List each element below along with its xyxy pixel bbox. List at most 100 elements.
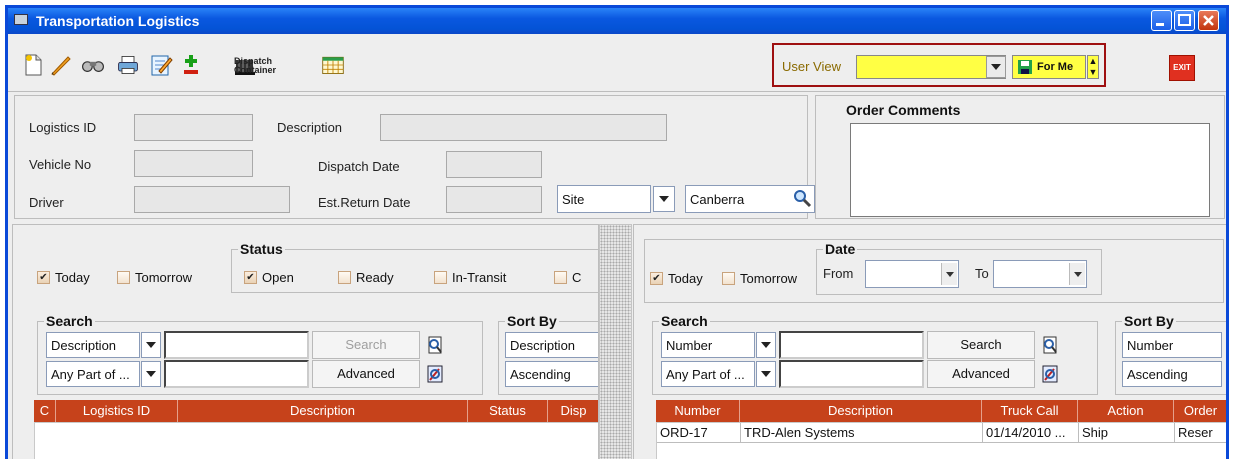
search-field-dropdown[interactable] [141, 332, 161, 358]
truck-call-cell: 01/14/2010 ... [983, 423, 1079, 443]
site-lookup-button[interactable] [792, 188, 812, 211]
search-find-button[interactable] [424, 334, 446, 356]
search-text-input-2[interactable] [164, 360, 309, 388]
advanced-search-icon [1042, 365, 1058, 383]
panel-splitter[interactable] [599, 224, 632, 459]
tomorrow-label: Tomorrow [135, 270, 193, 285]
user-view-dropdown[interactable] [986, 56, 1006, 78]
new-button[interactable] [20, 52, 46, 78]
advanced-button[interactable]: Advanced [312, 360, 420, 388]
search-mode-select[interactable]: Any Part of ... [661, 361, 755, 387]
status-ready-checkbox[interactable]: Ready [338, 270, 394, 285]
status-intransit-checkbox[interactable]: In-Transit [434, 270, 506, 285]
today-checkbox[interactable]: ✔ Today [650, 271, 703, 286]
search-mode-select[interactable]: Any Part of ... [46, 361, 140, 387]
est-return-date-field[interactable] [446, 186, 542, 213]
from-label: From [823, 266, 854, 281]
from-date-combo[interactable] [865, 260, 959, 288]
column-header[interactable]: C [34, 400, 56, 422]
logistics-table-body[interactable] [34, 422, 598, 459]
schedule-button[interactable] [320, 52, 350, 78]
print-icon [118, 56, 138, 74]
status-c-checkbox[interactable]: C [554, 270, 581, 285]
table-row[interactable]: ORD-17 TRD-Alen Systems 01/14/2010 ... S… [657, 423, 1226, 443]
add-remove-button[interactable] [178, 52, 204, 78]
advanced-button[interactable]: Advanced [927, 360, 1035, 388]
notes-button[interactable] [148, 52, 174, 78]
search-text-input[interactable] [164, 331, 309, 359]
today-checkbox[interactable]: ✔ Today [37, 270, 90, 285]
column-header[interactable]: Truck Call [982, 400, 1078, 422]
calendar-dropdown-icon[interactable] [941, 263, 957, 285]
checkmark-icon: ✔ [37, 271, 50, 284]
to-date-combo[interactable] [993, 260, 1087, 288]
user-view-select[interactable] [856, 55, 1006, 79]
dispatch-container-button[interactable]: Dispatch Container [234, 52, 316, 80]
vehicle-no-field[interactable] [134, 150, 253, 177]
description-label: Description [277, 120, 343, 135]
order-comments-textarea[interactable] [850, 123, 1210, 217]
search-group: Search Description Search Any Part of ..… [37, 313, 483, 395]
dispatch-container-label: Dispatch Container [234, 57, 276, 75]
description-field[interactable] [380, 114, 667, 141]
tomorrow-checkbox[interactable]: Tomorrow [722, 271, 797, 286]
search-field-select[interactable]: Description [46, 332, 140, 358]
column-header[interactable]: Disp [548, 400, 598, 422]
sort-field-select[interactable]: Number [1122, 332, 1222, 358]
orders-table-body: ORD-17 TRD-Alen Systems 01/14/2010 ... S… [656, 422, 1226, 459]
sort-by-title: Sort By [505, 313, 559, 329]
sort-field-select[interactable]: Description [505, 332, 598, 358]
column-header[interactable]: Action [1078, 400, 1174, 422]
orders-table-header: Number Description Truck Call Action Ord… [656, 400, 1226, 422]
column-header[interactable]: Description [178, 400, 468, 422]
est-return-date-label: Est.Return Date [318, 195, 411, 210]
search-field-select[interactable]: Number [661, 332, 755, 358]
exit-button[interactable]: EXIT [1169, 55, 1195, 81]
tomorrow-checkbox[interactable]: Tomorrow [117, 270, 192, 285]
user-view-label: User View [782, 59, 842, 74]
vehicle-no-label: Vehicle No [29, 157, 92, 172]
search-text-input[interactable] [779, 331, 924, 359]
for-me-menu-arrow[interactable]: ▲ ▼ [1087, 55, 1099, 79]
site-selector[interactable]: Site [557, 185, 651, 213]
maximize-button[interactable] [1174, 10, 1195, 31]
logistics-id-field[interactable] [134, 114, 253, 141]
column-header[interactable]: Status [468, 400, 548, 422]
calendar-dropdown-icon[interactable] [1069, 263, 1085, 285]
column-header[interactable]: Order [1174, 400, 1226, 422]
sort-by-group: Sort By Number Ascending [1115, 313, 1226, 395]
for-me-button[interactable]: For Me [1012, 55, 1086, 79]
print-button[interactable] [115, 52, 145, 78]
site-dropdown[interactable] [653, 186, 675, 212]
edit-button[interactable] [48, 52, 74, 78]
date-group: Date From To [816, 241, 1102, 295]
search-mode-dropdown[interactable] [141, 361, 161, 387]
find-doc-icon [428, 336, 442, 354]
driver-label: Driver [29, 195, 64, 210]
column-header[interactable]: Number [656, 400, 740, 422]
search-text-input-2[interactable] [779, 360, 924, 388]
driver-field[interactable] [134, 186, 290, 213]
advanced-find-button[interactable] [424, 363, 446, 385]
search-mode-dropdown[interactable] [756, 361, 776, 387]
dispatch-date-field[interactable] [446, 151, 542, 178]
search-button[interactable]: Search [927, 331, 1035, 359]
search-title: Search [44, 313, 95, 329]
search-field-dropdown[interactable] [756, 332, 776, 358]
column-header[interactable]: Logistics ID [56, 400, 178, 422]
search-button[interactable]: Search [312, 331, 420, 359]
minimize-button[interactable] [1151, 10, 1172, 31]
find-button[interactable] [80, 52, 112, 78]
today-label: Today [668, 271, 703, 286]
advanced-find-button[interactable] [1039, 363, 1061, 385]
title-bar[interactable]: Transportation Logistics [8, 8, 1226, 34]
status-open-checkbox[interactable]: ✔ Open [244, 270, 294, 285]
checkbox-box [434, 271, 447, 284]
close-icon [1203, 15, 1214, 26]
save-disk-icon [1018, 60, 1032, 74]
column-header[interactable]: Description [740, 400, 982, 422]
sort-order-select[interactable]: Ascending [1122, 361, 1222, 387]
close-button[interactable] [1198, 10, 1219, 31]
sort-order-select[interactable]: Ascending [505, 361, 598, 387]
search-find-button[interactable] [1039, 334, 1061, 356]
